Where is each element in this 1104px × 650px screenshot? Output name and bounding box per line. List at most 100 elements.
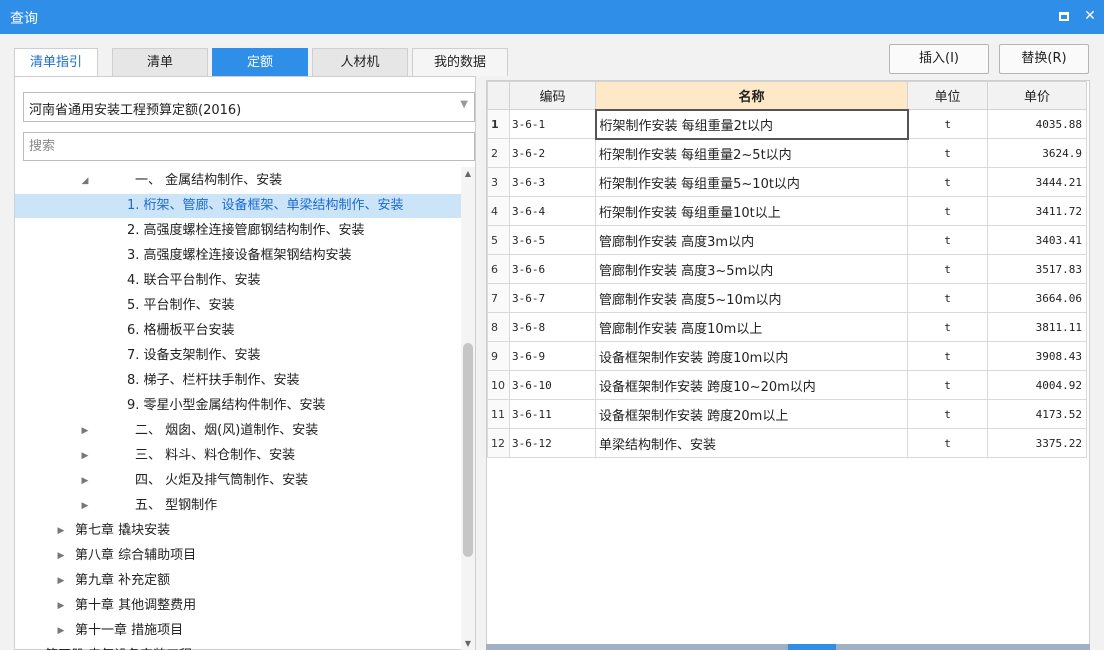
triangle-down-icon[interactable]: ◢	[79, 169, 91, 193]
tree-item[interactable]: ▶ 第九章 补充定额	[15, 569, 461, 593]
table-row[interactable]: 4 3-6-4 桁架制作安装 每组重量10t以上 t 3411.72	[487, 196, 1087, 226]
row-number[interactable]: 11	[487, 399, 510, 429]
maximize-icon[interactable]	[1054, 6, 1074, 26]
cell-price[interactable]: 3517.83	[987, 254, 1087, 284]
tree-item[interactable]: 6. 格栅板平台安装	[15, 319, 461, 343]
cell-price[interactable]: 4035.88	[987, 109, 1087, 139]
tree-item[interactable]: ▶ 四、 火炬及排气筒制作、安装	[15, 469, 461, 493]
tree-item[interactable]: ▶ 第四册 电气设备安装工程	[15, 644, 461, 650]
quota-library-select[interactable]: 河南省通用安装工程预算定额(2016) ▼	[23, 92, 475, 122]
scroll-up-icon[interactable]: ▲	[461, 167, 475, 181]
table-row[interactable]: 9 3-6-9 设备框架制作安装 跨度10m以内 t 3908.43	[487, 341, 1087, 371]
row-number[interactable]: 12	[487, 428, 510, 458]
scroll-thumb[interactable]	[463, 343, 473, 557]
tab-my-data[interactable]: 我的数据	[412, 48, 508, 76]
cell-price[interactable]: 4173.52	[987, 399, 1087, 429]
cell-price[interactable]: 3624.9	[987, 138, 1087, 168]
tree-scrollbar[interactable]: ▲ ▼	[461, 167, 475, 650]
triangle-right-icon[interactable]: ▶	[79, 419, 91, 443]
tree-item[interactable]: ◢ 一、 金属结构制作、安装	[15, 169, 461, 193]
triangle-right-icon[interactable]: ▶	[55, 594, 67, 618]
column-header-name[interactable]: 名称	[595, 81, 908, 110]
tree-item[interactable]: 3. 高强度螺栓连接设备框架钢结构安装	[15, 244, 461, 268]
table-row[interactable]: 8 3-6-8 管廊制作安装 高度10m以上 t 3811.11	[487, 312, 1087, 342]
cell-name[interactable]: 设备框架制作安装 跨度20m以上	[595, 399, 908, 429]
cell-code[interactable]: 3-6-9	[509, 341, 596, 371]
splitter-handle[interactable]	[788, 644, 836, 650]
tree-item[interactable]: ▶ 二、 烟囱、烟(风)道制作、安装	[15, 419, 461, 443]
tree-item[interactable]: ▶ 第七章 撬块安装	[15, 519, 461, 543]
tree-item[interactable]: ▶ 五、 型钢制作	[15, 494, 461, 518]
cell-unit[interactable]: t	[907, 254, 988, 284]
cell-code[interactable]: 3-6-5	[509, 225, 596, 255]
cell-unit[interactable]: t	[907, 428, 988, 458]
tree-item[interactable]: ▶ 第八章 综合辅助项目	[15, 544, 461, 568]
cell-name[interactable]: 设备框架制作安装 跨度10m以内	[595, 341, 908, 371]
tab-bill-guide[interactable]: 清单指引	[14, 48, 98, 76]
cell-name[interactable]: 桁架制作安装 每组重量2~5t以内	[595, 138, 908, 168]
row-number[interactable]: 8	[487, 312, 510, 342]
column-header-code[interactable]: 编码	[509, 81, 596, 110]
cell-code[interactable]: 3-6-2	[509, 138, 596, 168]
cell-code[interactable]: 3-6-1	[509, 109, 596, 139]
table-row[interactable]: 6 3-6-6 管廊制作安装 高度3~5m以内 t 3517.83	[487, 254, 1087, 284]
cell-unit[interactable]: t	[907, 138, 988, 168]
cell-unit[interactable]: t	[907, 167, 988, 197]
cell-name[interactable]: 管廊制作安装 高度5~10m以内	[595, 283, 908, 313]
cell-code[interactable]: 3-6-6	[509, 254, 596, 284]
splitter-bar[interactable]	[486, 644, 1090, 650]
table-row[interactable]: 7 3-6-7 管廊制作安装 高度5~10m以内 t 3664.06	[487, 283, 1087, 313]
table-row[interactable]: 5 3-6-5 管廊制作安装 高度3m以内 t 3403.41	[487, 225, 1087, 255]
tree-item[interactable]: 4. 联合平台制作、安装	[15, 269, 461, 293]
row-number[interactable]: 5	[487, 225, 510, 255]
cell-code[interactable]: 3-6-3	[509, 167, 596, 197]
tree-item[interactable]: ▶ 三、 料斗、料仓制作、安装	[15, 444, 461, 468]
cell-name[interactable]: 桁架制作安装 每组重量5~10t以内	[595, 167, 908, 197]
close-icon[interactable]: ✕	[1080, 6, 1100, 26]
cell-name[interactable]: 管廊制作安装 高度3m以内	[595, 225, 908, 255]
cell-name[interactable]: 设备框架制作安装 跨度10~20m以内	[595, 370, 908, 400]
tab-bill[interactable]: 清单	[112, 48, 208, 76]
row-number[interactable]: 4	[487, 196, 510, 226]
cell-price[interactable]: 4004.92	[987, 370, 1087, 400]
column-header-unit[interactable]: 单位	[907, 81, 988, 110]
cell-unit[interactable]: t	[907, 196, 988, 226]
cell-code[interactable]: 3-6-8	[509, 312, 596, 342]
table-row[interactable]: 11 3-6-11 设备框架制作安装 跨度20m以上 t 4173.52	[487, 399, 1087, 429]
cell-code[interactable]: 3-6-11	[509, 399, 596, 429]
cell-price[interactable]: 3375.22	[987, 428, 1087, 458]
cell-price[interactable]: 3664.06	[987, 283, 1087, 313]
row-number[interactable]: 9	[487, 341, 510, 371]
cell-name[interactable]: 单梁结构制作、安装	[595, 428, 908, 458]
cell-name[interactable]: 管廊制作安装 高度3~5m以内	[595, 254, 908, 284]
tree-item[interactable]: 7. 设备支架制作、安装	[15, 344, 461, 368]
chevron-down-icon[interactable]: ▼	[460, 99, 468, 110]
cell-price[interactable]: 3811.11	[987, 312, 1087, 342]
insert-button[interactable]: 插入(I)	[889, 44, 989, 74]
cell-unit[interactable]: t	[907, 370, 988, 400]
cell-price[interactable]: 3403.41	[987, 225, 1087, 255]
cell-price[interactable]: 3908.43	[987, 341, 1087, 371]
tab-quota[interactable]: 定额	[212, 48, 308, 76]
cell-unit[interactable]: t	[907, 341, 988, 371]
table-row[interactable]: 12 3-6-12 单梁结构制作、安装 t 3375.22	[487, 428, 1087, 458]
row-number[interactable]: 6	[487, 254, 510, 284]
cell-unit[interactable]: t	[907, 225, 988, 255]
row-number[interactable]: 7	[487, 283, 510, 313]
tree-item[interactable]: 2. 高强度螺栓连接管廊钢结构制作、安装	[15, 219, 461, 243]
triangle-right-icon[interactable]: ▶	[29, 644, 41, 650]
table-row[interactable]: 2 3-6-2 桁架制作安装 每组重量2~5t以内 t 3624.9	[487, 138, 1087, 168]
tree-item[interactable]: ▶ 第十一章 措施项目	[15, 619, 461, 643]
tree-item[interactable]: 5. 平台制作、安装	[15, 294, 461, 318]
triangle-right-icon[interactable]: ▶	[55, 544, 67, 568]
search-input[interactable]	[23, 132, 475, 161]
triangle-right-icon[interactable]: ▶	[55, 519, 67, 543]
cell-code[interactable]: 3-6-4	[509, 196, 596, 226]
row-number[interactable]: 1	[487, 109, 510, 139]
triangle-right-icon[interactable]: ▶	[55, 569, 67, 593]
tree-item[interactable]: 1. 桁架、管廊、设备框架、单梁结构制作、安装	[15, 194, 461, 218]
triangle-right-icon[interactable]: ▶	[55, 619, 67, 643]
triangle-right-icon[interactable]: ▶	[79, 469, 91, 493]
table-row[interactable]: 10 3-6-10 设备框架制作安装 跨度10~20m以内 t 4004.92	[487, 370, 1087, 400]
cell-name[interactable]: 桁架制作安装 每组重量10t以上	[595, 196, 908, 226]
